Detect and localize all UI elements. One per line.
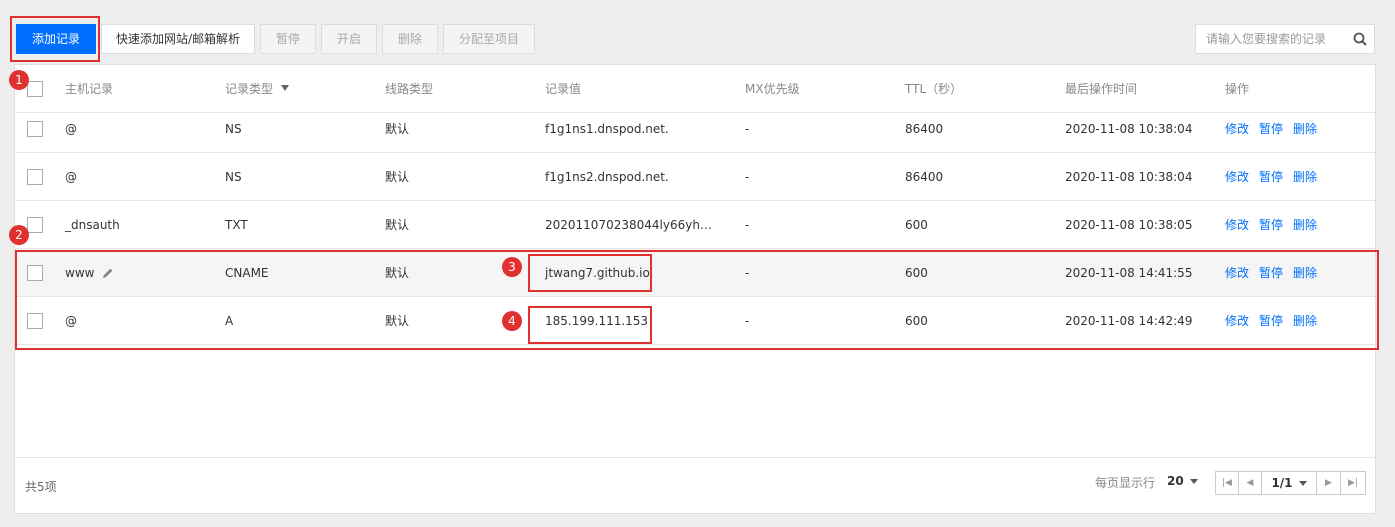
value-cell: 202011070238044ly66yh… <box>545 218 712 232</box>
type-cell: NS <box>225 170 242 184</box>
per-page-select[interactable]: 20 <box>1167 474 1198 488</box>
delete-link[interactable]: 删除 <box>1293 218 1317 232</box>
line-cell: 默认 <box>385 218 410 232</box>
search-input[interactable] <box>1206 31 1346 47</box>
table-row: @ NS 默认 f1g1ns1.dnspod.net. - 86400 2020… <box>15 105 1375 153</box>
mx-cell: - <box>745 122 750 136</box>
annotation-badge-4: 4 <box>502 311 522 331</box>
ttl-cell: 86400 <box>905 122 944 136</box>
per-page-label: 每页显示行 <box>1095 476 1156 490</box>
value-cell: f1g1ns2.dnspod.net. <box>545 170 669 184</box>
time-cell: 2020-11-08 10:38:04 <box>1065 122 1193 136</box>
type-cell: TXT <box>225 218 248 232</box>
chevron-down-icon <box>1189 479 1198 484</box>
edit-link[interactable]: 修改 <box>1225 170 1249 184</box>
delete-link[interactable]: 删除 <box>1293 170 1317 184</box>
table-footer: 共5项 每页显示行 20 |◀ ◀ 1/1 ▶ ▶| <box>15 457 1375 514</box>
time-cell: 2020-11-08 10:38:05 <box>1065 218 1193 232</box>
delete-link[interactable]: 删除 <box>1293 122 1317 136</box>
first-page-icon[interactable]: |◀ <box>1216 472 1239 494</box>
mx-cell: - <box>745 170 750 184</box>
edit-link[interactable]: 修改 <box>1225 218 1249 232</box>
line-cell: 默认 <box>385 122 410 136</box>
annotation-badge-1: 1 <box>9 70 29 90</box>
select-all-checkbox[interactable] <box>27 81 43 97</box>
mx-cell: - <box>745 218 750 232</box>
search-icon[interactable] <box>1353 32 1367 46</box>
annotation-badge-2: 2 <box>9 225 29 245</box>
pause-button[interactable]: 暂停 <box>260 24 316 54</box>
host-cell: _dnsauth <box>65 218 120 232</box>
ops-cell: 修改 暂停 删除 <box>1225 153 1327 201</box>
ops-cell: 修改 暂停 删除 <box>1225 105 1327 153</box>
delete-button[interactable]: 删除 <box>382 24 438 54</box>
page-indicator: 1/1 <box>1271 476 1293 490</box>
last-page-icon[interactable]: ▶| <box>1341 472 1365 494</box>
host-cell: @ <box>65 122 77 136</box>
table-row: _dnsauth TXT 默认 202011070238044ly66yh… -… <box>15 201 1375 249</box>
ops-cell: 修改 暂停 删除 <box>1225 201 1327 249</box>
value-cell: f1g1ns1.dnspod.net. <box>545 122 669 136</box>
edit-link[interactable]: 修改 <box>1225 122 1249 136</box>
row-checkbox[interactable] <box>27 121 43 137</box>
annotation-box-cname <box>528 254 652 292</box>
line-cell: 默认 <box>385 170 410 184</box>
page-selector[interactable]: 1/1 <box>1262 472 1317 494</box>
annotation-box-add <box>10 16 100 62</box>
quick-add-button[interactable]: 快速添加网站/邮箱解析 <box>101 24 255 54</box>
chevron-down-icon <box>1298 481 1307 486</box>
pause-link[interactable]: 暂停 <box>1259 122 1283 136</box>
next-page-icon[interactable]: ▶ <box>1317 472 1341 494</box>
total-count: 共5项 <box>25 480 57 494</box>
time-cell: 2020-11-08 10:38:04 <box>1065 170 1193 184</box>
annotation-box-rows <box>15 250 1379 350</box>
annotation-box-a <box>528 306 652 344</box>
row-checkbox[interactable] <box>27 169 43 185</box>
host-cell: @ <box>65 170 77 184</box>
search-box <box>1195 24 1375 54</box>
assign-project-button[interactable]: 分配至项目 <box>443 24 535 54</box>
pause-link[interactable]: 暂停 <box>1259 170 1283 184</box>
enable-button[interactable]: 开启 <box>321 24 377 54</box>
prev-page-icon[interactable]: ◀ <box>1239 472 1262 494</box>
ttl-cell: 600 <box>905 218 928 232</box>
type-cell: NS <box>225 122 242 136</box>
row-checkbox[interactable] <box>27 217 43 233</box>
pause-link[interactable]: 暂停 <box>1259 218 1283 232</box>
table-row: @ NS 默认 f1g1ns2.dnspod.net. - 86400 2020… <box>15 153 1375 201</box>
filter-icon[interactable] <box>281 84 290 91</box>
ttl-cell: 86400 <box>905 170 944 184</box>
annotation-badge-3: 3 <box>502 257 522 277</box>
per-page-value: 20 <box>1167 474 1184 488</box>
header-type-label: 记录类型 <box>225 82 274 96</box>
pagination: |◀ ◀ 1/1 ▶ ▶| <box>1215 471 1366 495</box>
